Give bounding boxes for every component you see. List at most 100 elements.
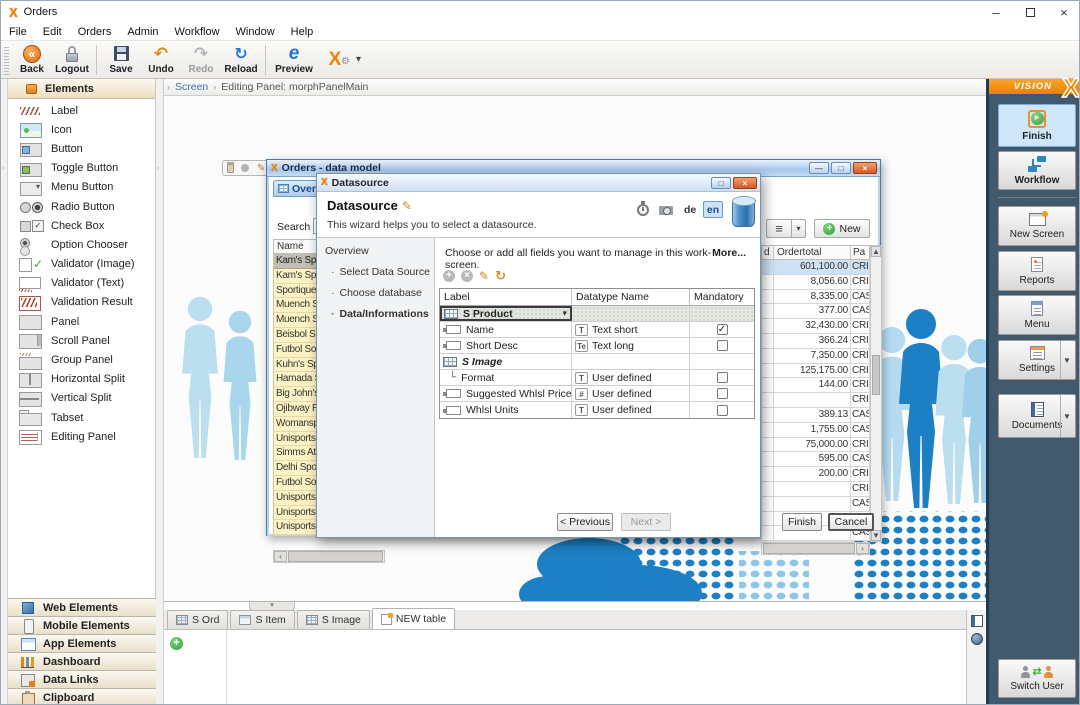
order-row[interactable]: 601,100.00CRI bbox=[761, 260, 870, 275]
settings-dropdown-icon[interactable]: ▼ bbox=[1060, 341, 1073, 379]
maximize-button[interactable] bbox=[1013, 1, 1047, 23]
element-scroll-panel[interactable]: Scroll Panel bbox=[8, 331, 156, 350]
save-button[interactable]: Save bbox=[101, 42, 141, 78]
order-row[interactable]: CRI bbox=[761, 393, 870, 408]
inner-minimize-button[interactable]: — bbox=[809, 162, 829, 174]
add-field-icon[interactable]: + bbox=[443, 270, 455, 282]
field-row-s-product[interactable]: S Product▾ bbox=[440, 306, 754, 322]
cancel-button[interactable]: Cancel bbox=[828, 513, 874, 531]
workflow-button[interactable]: Workflow bbox=[998, 151, 1076, 190]
element-tabset[interactable]: Tabset bbox=[8, 408, 156, 427]
orders-horizontal-scrollbar[interactable]: › bbox=[761, 542, 870, 555]
column-header-label[interactable]: Label bbox=[440, 289, 572, 305]
finish-button-panel[interactable]: ▶ Finish bbox=[998, 104, 1076, 147]
order-row[interactable]: 377.00CAS bbox=[761, 304, 870, 319]
camera-icon[interactable] bbox=[659, 206, 673, 215]
logout-button[interactable]: Logout bbox=[52, 42, 92, 78]
finish-button[interactable]: Finish bbox=[782, 513, 822, 531]
scroll-thumb[interactable] bbox=[872, 355, 880, 395]
order-row[interactable]: 389.13CAS bbox=[761, 408, 870, 423]
toolbar-grip[interactable] bbox=[4, 45, 9, 75]
redo-button[interactable]: ↷ Redo bbox=[181, 42, 221, 78]
dialog-restore-button[interactable]: □ bbox=[711, 177, 731, 189]
menu-window[interactable]: Window bbox=[228, 26, 283, 38]
element-panel[interactable]: Panel bbox=[8, 312, 156, 331]
scroll-down-icon[interactable]: ▼ bbox=[871, 530, 881, 541]
field-row-name[interactable]: NameTText short bbox=[440, 322, 754, 338]
back-button[interactable]: « Back bbox=[12, 42, 52, 78]
collapse-handle[interactable]: ▾ bbox=[249, 602, 295, 611]
element-validator-text[interactable]: Validator (Text) bbox=[8, 274, 156, 293]
tab-s-item[interactable]: S Item bbox=[230, 610, 294, 629]
mandatory-checkbox[interactable] bbox=[717, 372, 728, 383]
mandatory-checkbox[interactable] bbox=[717, 324, 728, 335]
order-row[interactable]: 75,000.00CRI bbox=[761, 438, 870, 453]
tab-s-ord[interactable]: S Ord bbox=[167, 610, 228, 629]
preview-button[interactable]: e Preview bbox=[270, 42, 318, 78]
field-row-whlsl-units[interactable]: Whlsl UnitsTUser defined bbox=[440, 402, 754, 418]
element-editing-panel[interactable]: Editing Panel bbox=[8, 427, 156, 446]
dialog-titlebar[interactable]: X Datasource □ × bbox=[317, 174, 760, 192]
new-screen-button[interactable]: New Screen bbox=[998, 206, 1076, 246]
tab-s-image[interactable]: S Image bbox=[297, 610, 370, 629]
settings-button[interactable]: Settings ▼ bbox=[998, 340, 1076, 380]
element-button[interactable]: Button bbox=[8, 139, 156, 158]
field-row-s-image[interactable]: S Image bbox=[440, 354, 754, 370]
mandatory-checkbox[interactable] bbox=[717, 340, 728, 351]
order-row[interactable]: 1,755.00CAS bbox=[761, 423, 870, 438]
element-menu-button[interactable]: Menu Button bbox=[8, 178, 156, 197]
order-row[interactable]: 125,175.00CRI bbox=[761, 364, 870, 379]
mandatory-checkbox[interactable] bbox=[717, 388, 728, 399]
sidebar-collapse-strip[interactable]: ‹ bbox=[156, 79, 164, 705]
mandatory-checkbox[interactable] bbox=[717, 405, 728, 416]
column-header-pa[interactable]: Pa bbox=[851, 246, 869, 259]
column-header-datatype[interactable]: Datatype Name bbox=[572, 289, 690, 305]
element-radio-button[interactable]: Radio Button bbox=[8, 197, 156, 216]
toolbar-overflow-icon[interactable]: ▾ bbox=[356, 54, 361, 65]
section-clipboard[interactable]: Clipboard bbox=[8, 688, 156, 705]
left-collapse-strip[interactable]: › bbox=[1, 79, 8, 705]
documents-dropdown-icon[interactable]: ▼ bbox=[1060, 395, 1073, 437]
switch-user-button[interactable]: ⇄ Switch User bbox=[998, 659, 1076, 698]
element-option-chooser[interactable]: Option Chooser bbox=[8, 235, 156, 254]
section-app-elements[interactable]: App Elements bbox=[8, 634, 156, 652]
element-validator-image[interactable]: Validator (Image) bbox=[8, 255, 156, 274]
scroll-right-icon[interactable]: › bbox=[856, 543, 869, 554]
previous-button[interactable]: < Previous bbox=[557, 513, 613, 531]
order-row[interactable]: 32,430.00CRI bbox=[761, 319, 870, 334]
tab-new-table[interactable]: NEW table bbox=[372, 608, 455, 629]
element-vertical-split[interactable]: Vertical Split bbox=[8, 389, 156, 408]
names-horizontal-scrollbar[interactable]: ‹ bbox=[273, 550, 385, 563]
inner-close-button[interactable]: × bbox=[853, 162, 877, 174]
undo-button[interactable]: ↶ Undo bbox=[141, 42, 181, 78]
close-button[interactable]: × bbox=[1047, 1, 1080, 23]
element-validation-result[interactable]: Validation Result bbox=[8, 293, 156, 312]
order-row[interactable]: 144.00CRI bbox=[761, 378, 870, 393]
wizard-step-select-data-source[interactable]: ·Select Data Source bbox=[317, 257, 434, 278]
section-data-links[interactable]: Data Links bbox=[8, 670, 156, 688]
delete-icon[interactable] bbox=[227, 164, 234, 173]
table-menu-caret-icon[interactable]: ▾ bbox=[792, 219, 806, 238]
element-group-panel[interactable]: Group Panel bbox=[8, 350, 156, 369]
order-row[interactable]: 200.00CRI bbox=[761, 467, 870, 482]
disabled-action-icon[interactable] bbox=[241, 164, 249, 172]
element-horizontal-split[interactable]: Horizontal Split bbox=[8, 370, 156, 389]
scroll-up-icon[interactable]: ▲ bbox=[871, 246, 881, 257]
language-en-button[interactable]: en bbox=[703, 201, 723, 218]
remove-field-icon[interactable]: × bbox=[461, 270, 473, 282]
menu-workflow[interactable]: Workflow bbox=[167, 26, 228, 38]
field-row-suggested-whlsl-price[interactable]: Suggested Whlsl Price#User defined bbox=[440, 386, 754, 402]
edit-field-icon[interactable]: ✎ bbox=[479, 269, 489, 283]
menu-file[interactable]: File bbox=[1, 26, 35, 38]
add-column-button[interactable]: + bbox=[170, 637, 183, 650]
book-icon[interactable] bbox=[971, 615, 983, 627]
order-row[interactable]: CRI bbox=[761, 482, 870, 497]
menu-orders[interactable]: Orders bbox=[70, 26, 120, 38]
new-record-button[interactable]: + New bbox=[814, 219, 870, 238]
menu-edit[interactable]: Edit bbox=[35, 26, 70, 38]
section-mobile-elements[interactable]: Mobile Elements bbox=[8, 616, 156, 634]
menu-help[interactable]: Help bbox=[283, 26, 322, 38]
element-icon[interactable]: Icon bbox=[8, 120, 156, 139]
edit-pencil-icon[interactable]: ✎ bbox=[257, 163, 265, 174]
dialog-close-button[interactable]: × bbox=[733, 177, 757, 189]
